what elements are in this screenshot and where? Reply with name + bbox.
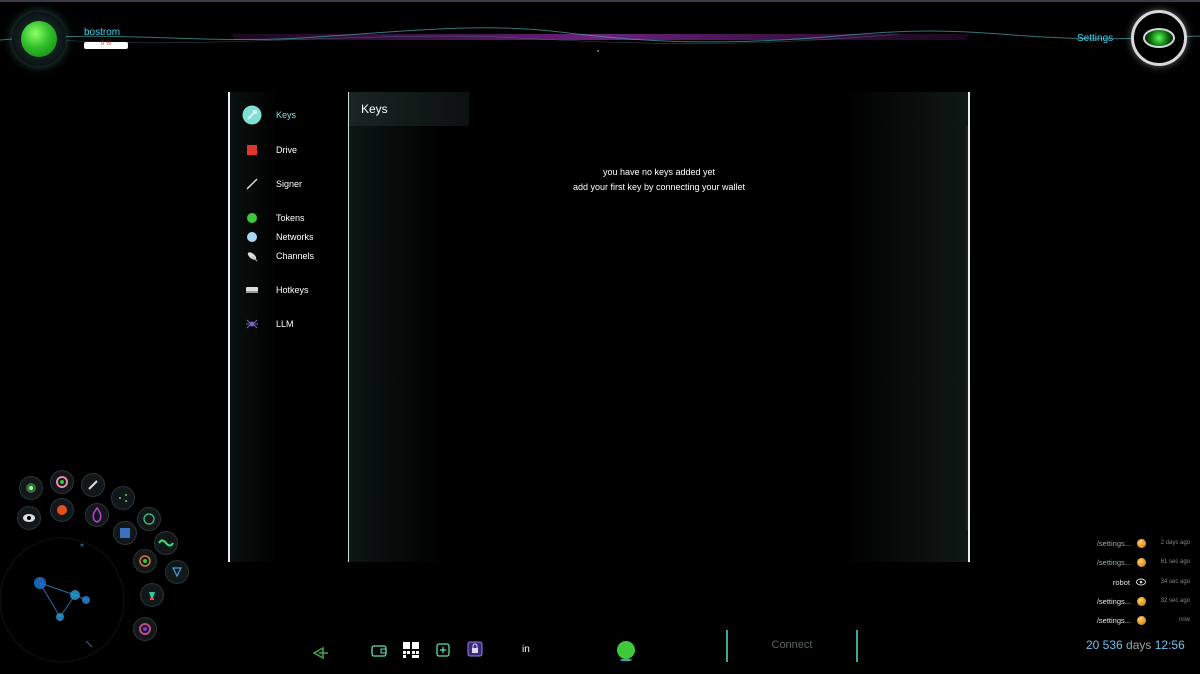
connect-label: Connect [771, 639, 813, 651]
activity-time: 34 sec ago [1160, 579, 1190, 585]
app-flame-icon[interactable] [85, 503, 109, 527]
sidebar-item-keys[interactable]: Keys [242, 105, 296, 125]
sidebar-item-label: Drive [276, 145, 298, 155]
settings-link[interactable]: Settings [1077, 33, 1113, 44]
lock-icon [467, 641, 483, 657]
keyboard-icon [242, 280, 262, 300]
orange-dot-icon [1137, 596, 1146, 606]
app-satellite-icon[interactable] [81, 473, 105, 497]
activity-item[interactable]: /settings... 61 sec ago [1060, 555, 1190, 569]
green-orb-icon [617, 641, 635, 662]
token-icon [242, 208, 262, 228]
activity-title: /settings... [1096, 615, 1131, 625]
arrow-left-icon [313, 647, 328, 659]
activity-time: now [1178, 617, 1190, 623]
activity-item[interactable]: /settings... 2 days ago [1060, 536, 1190, 550]
activity-title: robot [1112, 577, 1130, 587]
eye-icon [1143, 28, 1175, 48]
top-bar: bostrom 0 % Settings [0, 0, 1200, 80]
pen-icon [242, 174, 262, 194]
app-spiral-icon[interactable] [133, 549, 157, 573]
empty-state-hint: add your first key by connecting your wa… [572, 182, 746, 192]
app-robot-icon[interactable] [19, 476, 43, 500]
sidebar-item-label: Channels [276, 251, 315, 261]
apps-grid-button[interactable] [401, 640, 421, 660]
eye-icon [1136, 578, 1146, 587]
activity-title: /settings... [1096, 538, 1131, 548]
avatar-button[interactable] [12, 12, 66, 66]
sync-progress-bar: 0 % [84, 41, 128, 49]
app-wave-icon[interactable] [154, 531, 178, 555]
status-orb-button[interactable] [616, 640, 636, 662]
empty-state-message: you have no keys added yet [602, 167, 716, 177]
activity-item[interactable]: robot 34 sec ago [1060, 575, 1190, 589]
sidebar-item-channels[interactable]: Channels [242, 246, 314, 266]
back-button[interactable] [312, 644, 330, 662]
settings-panel: Keys Drive Signer Tokens Networks Channe… [228, 92, 970, 562]
activity-item[interactable]: /settings... 32 sec ago [1060, 594, 1190, 608]
activity-time: 2 days ago [1160, 540, 1190, 546]
header-wave-decoration [0, 0, 1200, 52]
connect-button[interactable]: Connect [726, 630, 858, 662]
app-eye-icon[interactable] [17, 506, 41, 530]
clock-time: 12:56 [1154, 638, 1185, 652]
plus-square-icon [436, 643, 450, 657]
satellite-icon [242, 246, 262, 266]
bottom-action-bar: in Connect [300, 630, 880, 670]
orange-dot-icon [1137, 538, 1146, 548]
app-book-icon[interactable] [113, 521, 137, 545]
keys-content-area: Keys you have no keys added yet add your… [348, 92, 970, 562]
sidebar-item-hotkeys[interactable]: Hotkeys [242, 280, 309, 300]
app-triangle-icon[interactable] [165, 560, 189, 584]
orange-dot-icon [1137, 557, 1146, 567]
sidebar-item-label: Signer [276, 179, 303, 189]
activity-time: 61 sec ago [1160, 559, 1190, 565]
network-icon [242, 227, 262, 247]
add-button[interactable] [434, 641, 452, 659]
key-icon [242, 105, 262, 125]
settings-sidebar: Keys Drive Signer Tokens Networks Channe… [228, 92, 348, 562]
grid-icon [403, 642, 419, 658]
sidebar-item-label: LLM [276, 319, 294, 329]
sidebar-item-networks[interactable]: Networks [242, 227, 314, 247]
app-lamp-icon[interactable] [140, 583, 164, 607]
activity-item[interactable]: /settings... now [1060, 613, 1190, 627]
wallet-button[interactable] [370, 642, 388, 660]
app-oracle-icon[interactable] [50, 470, 74, 494]
sidebar-item-signer[interactable]: Signer [242, 174, 302, 194]
drive-icon [242, 140, 262, 160]
green-orb-icon [21, 21, 57, 57]
orange-dot-icon [1137, 615, 1146, 625]
sidebar-item-drive[interactable]: Drive [242, 140, 297, 160]
wallet-icon [371, 645, 387, 657]
app-sphere-icon[interactable] [137, 507, 161, 531]
network-name[interactable]: bostrom [84, 27, 120, 38]
sidebar-item-label: Tokens [276, 213, 305, 223]
sidebar-item-tokens[interactable]: Tokens [242, 208, 305, 228]
sidebar-item-llm[interactable]: LLM [242, 314, 294, 334]
page-title: Keys [361, 102, 388, 116]
sync-progress-text: 0 % [100, 41, 112, 47]
days-unit: days [1126, 638, 1152, 652]
activity-title: /settings... [1096, 557, 1131, 567]
activity-time: 32 sec ago [1160, 598, 1190, 604]
in-label[interactable]: in [522, 644, 530, 655]
robot-eye-button[interactable] [1131, 10, 1187, 66]
activity-title: /settings... [1096, 596, 1131, 606]
lock-button[interactable] [466, 640, 484, 658]
app-menu-ring [0, 465, 200, 665]
sidebar-item-label: Hotkeys [276, 285, 309, 295]
sidebar-item-label: Networks [276, 232, 314, 242]
app-galaxy-icon[interactable] [133, 617, 157, 641]
spider-icon [242, 314, 262, 334]
content-header: Keys [349, 92, 469, 126]
time-clock[interactable]: 20 536 days 12:56 [1086, 638, 1185, 652]
sidebar-item-label: Keys [276, 110, 297, 120]
app-network-icon[interactable] [111, 486, 135, 510]
app-fire-icon[interactable] [50, 498, 74, 522]
days-count: 20 536 [1086, 638, 1123, 652]
